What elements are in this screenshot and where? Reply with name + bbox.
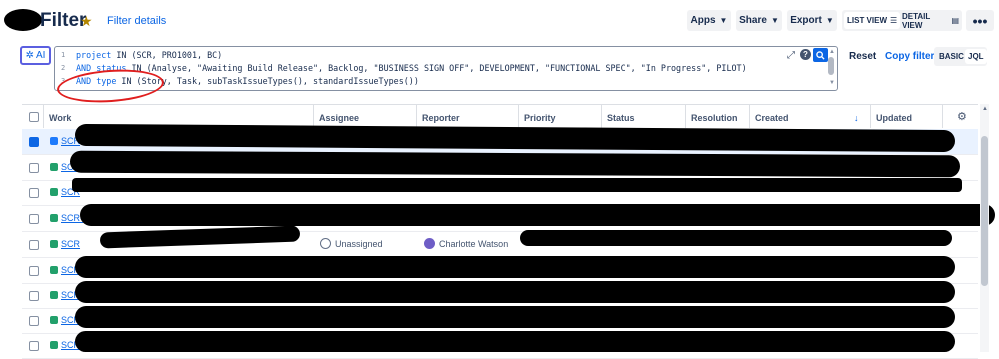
column-divider <box>870 104 871 128</box>
chevron-down-icon: ▼ <box>825 16 834 25</box>
export-label: Export <box>790 15 822 26</box>
story-icon <box>50 341 58 349</box>
jql-keyword: AND <box>76 63 92 73</box>
list-view-label: LIST VIEW <box>847 16 887 25</box>
row-checkbox[interactable] <box>29 188 39 198</box>
search-icon <box>816 50 825 60</box>
sort-descending-icon[interactable]: ↓ <box>854 113 859 123</box>
row-checkbox[interactable] <box>29 341 39 351</box>
jql-text: IN (Analyse, "Awaiting Build Release", B… <box>126 63 747 73</box>
ai-button[interactable]: ✲ AI <box>20 46 51 65</box>
column-priority[interactable]: Priority <box>524 113 556 123</box>
list-view-button[interactable]: LIST VIEW ☰ <box>844 12 901 29</box>
column-created[interactable]: Created <box>755 113 789 123</box>
story-icon <box>50 163 58 171</box>
chevron-down-icon: ▼ <box>719 16 728 25</box>
filter-details-link[interactable]: Filter details <box>107 15 166 27</box>
story-icon <box>50 188 58 196</box>
column-reporter[interactable]: Reporter <box>422 113 460 123</box>
column-updated[interactable]: Updated <box>876 113 912 123</box>
column-divider <box>416 104 417 128</box>
detail-view-label: DETAIL VIEW <box>902 11 931 30</box>
reset-button[interactable]: Reset <box>849 51 876 62</box>
jql-line-1: project IN (SCR, PRO1001, BC) <box>76 50 222 60</box>
redaction-mark <box>72 178 962 192</box>
column-settings-icon[interactable]: ⚙ <box>957 110 967 123</box>
redaction-mark <box>75 256 955 278</box>
story-icon <box>50 291 58 299</box>
reporter-avatar <box>424 238 435 249</box>
story-icon <box>50 214 58 222</box>
column-divider <box>685 104 686 128</box>
list-icon: ☰ <box>890 16 898 25</box>
page-scrollbar-thumb[interactable] <box>981 136 988 286</box>
assignee-value: Unassigned <box>335 239 383 249</box>
column-divider <box>942 104 943 128</box>
apps-button[interactable]: Apps ▼ <box>687 10 731 31</box>
redaction-mark <box>75 281 955 303</box>
issue-key-link[interactable]: SCR <box>61 239 80 249</box>
column-divider <box>43 104 44 128</box>
column-work[interactable]: Work <box>49 113 71 123</box>
redaction-mark <box>80 204 995 226</box>
row-checkbox[interactable] <box>29 316 39 326</box>
share-button[interactable]: Share ▼ <box>736 10 782 31</box>
redaction-mark <box>75 331 955 352</box>
row-checkbox[interactable] <box>29 214 39 224</box>
column-divider <box>313 104 314 128</box>
basic-button[interactable]: BASIC <box>936 49 967 64</box>
story-icon <box>50 316 58 324</box>
row-checkbox[interactable] <box>29 240 39 250</box>
redacted-logo <box>4 9 42 31</box>
help-icon[interactable]: ? <box>800 49 811 60</box>
column-divider <box>601 104 602 128</box>
task-icon <box>50 137 58 145</box>
ai-label: AI <box>35 50 46 61</box>
view-toggle: LIST VIEW ☰ DETAIL VIEW ▤ <box>842 10 962 31</box>
editor-scrollbar[interactable] <box>828 57 834 75</box>
line-number: 2 <box>61 64 66 72</box>
jql-line-2: AND status IN (Analyse, "Awaiting Build … <box>76 63 747 73</box>
select-all-checkbox[interactable] <box>29 112 39 122</box>
unassigned-avatar-icon <box>320 238 331 249</box>
scroll-up-icon[interactable]: ▲ <box>982 106 988 112</box>
redaction-mark <box>69 150 961 178</box>
jql-text: IN (SCR, PRO1001, BC) <box>111 50 223 60</box>
apps-label: Apps <box>690 15 716 26</box>
copy-filter-button[interactable]: Copy filter <box>885 51 934 62</box>
detail-view-button[interactable]: DETAIL VIEW ▤ <box>899 11 962 30</box>
story-icon <box>50 240 58 248</box>
more-actions-button[interactable]: ••• <box>966 10 994 31</box>
scroll-up-icon[interactable]: ▲ <box>829 49 835 55</box>
reporter-value: Charlotte Watson <box>439 239 509 249</box>
story-icon <box>50 266 58 274</box>
line-number: 1 <box>61 51 66 59</box>
row-checkbox[interactable] <box>29 266 39 276</box>
detail-view-icon: ▤ <box>951 16 959 25</box>
row-checkbox[interactable] <box>29 137 39 147</box>
column-divider <box>749 104 750 128</box>
jql-editor[interactable]: 1 2 3 project IN (SCR, PRO1001, BC) AND … <box>54 46 838 91</box>
redaction-mark <box>520 230 952 246</box>
column-divider <box>518 104 519 128</box>
export-button[interactable]: Export ▼ <box>787 10 837 31</box>
column-status[interactable]: Status <box>607 113 635 123</box>
column-assignee[interactable]: Assignee <box>319 113 359 123</box>
jql-keyword: project <box>76 50 112 60</box>
sparkle-icon: ✲ <box>25 50 34 61</box>
chevron-down-icon: ▼ <box>770 16 779 25</box>
basic-jql-toggle: BASIC JQL <box>934 47 987 66</box>
search-button[interactable] <box>813 48 828 62</box>
jql-button[interactable]: JQL <box>965 49 987 64</box>
column-resolution[interactable]: Resolution <box>691 113 738 123</box>
row-checkbox[interactable] <box>29 163 39 173</box>
share-label: Share <box>739 15 767 26</box>
row-checkbox[interactable] <box>29 291 39 301</box>
scroll-down-icon[interactable]: ▼ <box>829 80 835 86</box>
expand-icon[interactable]: ⤢ <box>787 50 795 61</box>
redaction-mark <box>75 306 955 328</box>
star-icon[interactable]: ★ <box>80 13 93 30</box>
